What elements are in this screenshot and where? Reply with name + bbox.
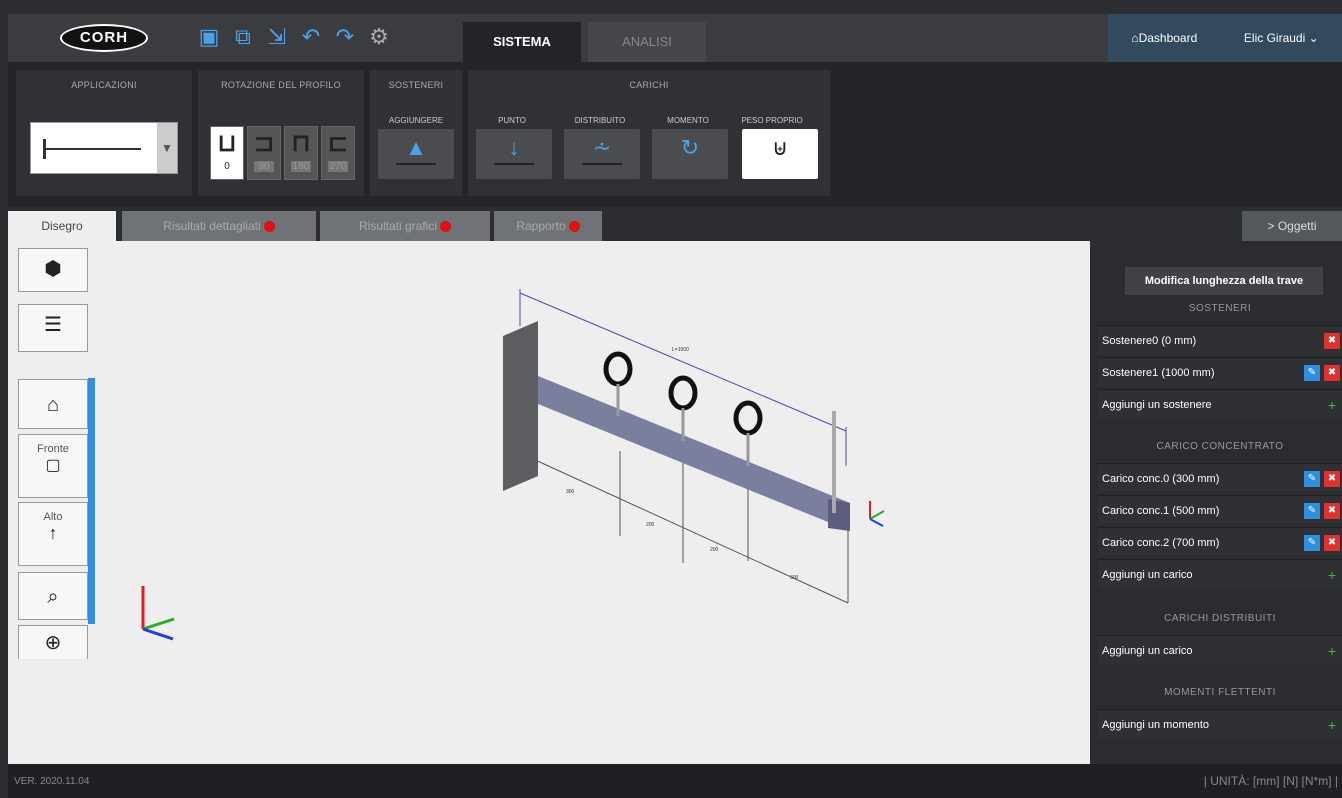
footer: VER. 2020.11.04 | UNITÀ: [mm] [N] [N*m] …	[8, 764, 1342, 798]
gear-icon[interactable]: ⚙	[366, 22, 392, 52]
version-label: VER. 2020.11.04	[14, 776, 90, 787]
rotation-buttons: ⊔ 0 ⊐ 90 ⊓ 180 ⊏ 270	[210, 126, 355, 180]
chevron-down-icon: ▼	[157, 123, 177, 173]
rotation-270-button[interactable]: ⊏ 270	[321, 126, 355, 180]
group-rotazione: ROTAZIONE DEL PROFILO ⊔ 0 ⊐ 90 ⊓ 180 ⊏ 270	[198, 70, 364, 196]
profile-c-left-icon: ⊐	[253, 130, 275, 157]
units-label: | UNITÀ: [mm] [N] [N*m] |	[1203, 774, 1338, 788]
tab-sistema[interactable]: SISTEMA	[463, 22, 581, 62]
oggetti-toggle[interactable]: > Oggetti	[1242, 211, 1342, 241]
axis-indicator-small	[869, 501, 885, 527]
profile-c-icon: ⊏	[327, 130, 349, 157]
beam-end	[828, 499, 850, 531]
tab-analisi[interactable]: ANALISI	[588, 22, 706, 62]
plus-icon: +	[1327, 717, 1336, 733]
distributed-load-icon: ⩪	[592, 135, 612, 160]
group-sosteneri: SOSTENERI AGGIUNGERE ▲	[370, 70, 462, 196]
list-item[interactable]: Carico conc.2 (700 mm) ✎ ✖	[1098, 527, 1342, 557]
error-dot-icon	[440, 221, 452, 233]
plus-icon: +	[1327, 567, 1336, 583]
export-icon[interactable]: ⧉	[230, 22, 256, 52]
point-load-button[interactable]: ↓	[476, 129, 552, 179]
home-icon: ⌂	[1131, 31, 1139, 45]
add-distributed-item[interactable]: Aggiungi un carico +	[1098, 635, 1342, 665]
objects-panel: Modifica lunghezza della trave SOSTENERI…	[1090, 241, 1342, 764]
edit-icon[interactable]: ✎	[1304, 471, 1320, 487]
group-carichi: CARICHI PUNTO DISTRIBUITO MOMENTO PESO P…	[468, 70, 830, 196]
toolbar: ▣ ⧉ ⇲ ↶ ↷ ⚙	[196, 22, 392, 52]
beam-3d-drawing: L=1000 300 200 200 300	[141, 289, 885, 641]
plus-icon: +	[1327, 643, 1336, 659]
self-weight-button[interactable]: ⊎	[742, 129, 818, 179]
support-triangle-icon: ▲	[405, 135, 427, 160]
dimension-3: 200	[710, 547, 719, 553]
moment-load-button[interactable]: ↻	[652, 129, 728, 179]
dimension-4: 300	[790, 575, 799, 581]
add-support-item[interactable]: Aggiungi un sostenere +	[1098, 389, 1342, 419]
undo-icon[interactable]: ↶	[298, 22, 324, 52]
application-select[interactable]: ▼	[30, 122, 178, 174]
modify-length-button[interactable]: Modifica lunghezza della trave	[1125, 267, 1323, 295]
arrow-down-icon: ↓	[508, 135, 520, 160]
user-menu[interactable]: Elic Giraudi ⌄	[1244, 31, 1319, 45]
distributed-load-button[interactable]: ⩪	[564, 129, 640, 179]
add-support-button[interactable]: ▲	[378, 129, 454, 179]
delete-icon[interactable]: ✖	[1324, 503, 1340, 519]
group-applicazioni: APPLICAZIONI ▼	[16, 70, 192, 196]
edit-icon[interactable]: ✎	[1304, 535, 1320, 551]
delete-icon[interactable]: ✖	[1324, 333, 1340, 349]
rotation-180-button[interactable]: ⊓ 180	[284, 126, 318, 180]
tab-disegno[interactable]: Disegro	[8, 211, 116, 241]
top-bar: CORH ▣ ⧉ ⇲ ↶ ↷ ⚙ SISTEMA ANALISI ⌂Dashbo…	[8, 14, 1342, 62]
top-right-area: ⌂Dashboard Elic Giraudi ⌄	[1108, 14, 1342, 62]
list-item[interactable]: Carico conc.1 (500 mm) ✎ ✖	[1098, 495, 1342, 525]
list-item[interactable]: Carico conc.0 (300 mm) ✎ ✖	[1098, 463, 1342, 493]
dimension-total: L=1000	[672, 347, 689, 353]
tab-rapporto[interactable]: Rapporto	[494, 211, 602, 241]
plus-icon: +	[1327, 397, 1336, 413]
save-icon[interactable]: ▣	[196, 22, 222, 52]
delete-icon[interactable]: ✖	[1324, 471, 1340, 487]
subtabs: Disegro Risultati dettagliati Risultati …	[8, 211, 1342, 241]
profile-u-icon: ⊔	[217, 130, 237, 157]
error-dot-icon	[263, 221, 275, 233]
dimension-2: 200	[646, 522, 655, 528]
delete-icon[interactable]: ✖	[1324, 365, 1340, 381]
delete-icon[interactable]: ✖	[1324, 535, 1340, 551]
list-item[interactable]: Sostenere1 (1000 mm) ✎ ✖	[1098, 357, 1342, 387]
redo-icon[interactable]: ↷	[332, 22, 358, 52]
moment-icon: ↻	[680, 135, 700, 160]
tab-risultati-grafici[interactable]: Risultati grafici	[320, 211, 490, 241]
dashboard-link[interactable]: ⌂Dashboard	[1131, 31, 1197, 45]
rotation-0-button[interactable]: ⊔ 0	[210, 126, 244, 180]
beam-icon	[43, 148, 141, 150]
rotation-90-button[interactable]: ⊐ 90	[247, 126, 281, 180]
add-load-item[interactable]: Aggiungi un carico +	[1098, 559, 1342, 589]
edit-icon[interactable]: ✎	[1304, 503, 1320, 519]
tab-risultati-dettagliati[interactable]: Risultati dettagliati	[122, 211, 316, 241]
import-icon[interactable]: ⇲	[264, 22, 290, 52]
wall-plate	[503, 321, 538, 491]
error-dot-icon	[568, 221, 580, 233]
list-item[interactable]: Sostenere0 (0 mm) ✖	[1098, 325, 1342, 355]
dimension-1: 300	[566, 489, 575, 495]
drawing-canvas[interactable]: ⬢ ☰ ⌂ Fronte ▢ Alto ↑ ⌕ ⊕ L=1000 300 200 2…	[8, 241, 1090, 764]
self-weight-icon: ⊎	[771, 135, 789, 160]
corh-logo: CORH	[60, 24, 148, 52]
ribbon: APPLICAZIONI ▼ ROTAZIONE DEL PROFILO ⊔ 0 …	[8, 62, 1342, 207]
edit-icon[interactable]: ✎	[1304, 365, 1320, 381]
profile-n-icon: ⊓	[291, 130, 311, 157]
add-moment-item[interactable]: Aggiungi un momento +	[1098, 709, 1342, 739]
axis-indicator	[141, 586, 175, 641]
